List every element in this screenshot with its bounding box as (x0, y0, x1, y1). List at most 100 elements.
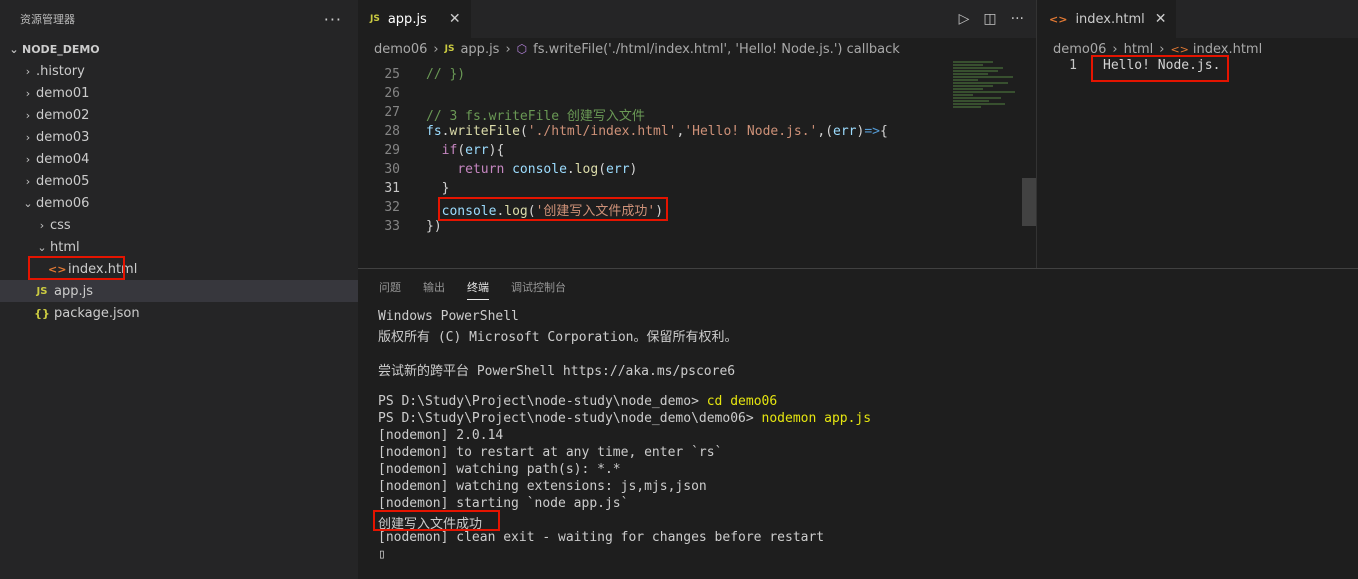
code-line: 33}) (358, 219, 1036, 238)
tab-debug-console[interactable]: 调试控制台 (511, 279, 566, 295)
terminal-line: [nodemon] watching path(s): *.* (378, 462, 621, 477)
line-source: // 3 fs.writeFile 创建写入文件 (426, 109, 645, 124)
tab-label: app.js (387, 11, 427, 27)
tree-item-label: css (50, 217, 71, 233)
prompt: PS D:\Study\Project\node-study\node_demo… (378, 411, 762, 426)
tree-item-demo03[interactable]: › demo03 (0, 126, 358, 148)
minimap[interactable] (953, 60, 1023, 268)
tree-item-demo02[interactable]: › demo02 (0, 104, 358, 126)
tab-index-html[interactable]: <> index.html ✕ (1037, 0, 1177, 38)
line-number: 29 (384, 143, 400, 158)
explorer-sidebar: 资源管理器 ··· ⌄ NODE_DEMO › .history › demo01 › d… (0, 0, 358, 579)
tree-item-package-json[interactable]: {} package.json (0, 302, 358, 324)
run-icon[interactable]: ▷ (959, 11, 970, 27)
chevron-down-icon: ⌄ (23, 196, 33, 210)
breadcrumb-folder[interactable]: demo06 (374, 42, 427, 57)
code-token: ){ (488, 143, 505, 158)
terminal-line: [nodemon] to restart at any time, enter … (378, 445, 723, 460)
tree-item-demo06[interactable]: ⌄ demo06 (0, 192, 358, 214)
html-file-icon: <> (1170, 42, 1189, 56)
tab-app-js[interactable]: JS app.js ✕ (358, 0, 471, 38)
close-icon[interactable]: ✕ (1155, 11, 1167, 27)
tree-item-css[interactable]: › css (0, 214, 358, 236)
tree-item-html[interactable]: ⌄ html (0, 236, 358, 258)
tree-item-label: demo05 (36, 173, 90, 189)
code-line: 26 (358, 86, 1036, 105)
line-source: }) (426, 219, 442, 234)
terminal-line: [nodemon] starting `node app.js` (378, 496, 629, 511)
breadcrumb-symbol[interactable]: fs.writeFile('./html/index.html', 'Hello… (533, 42, 900, 57)
function-symbol-icon: ⬡ (516, 42, 528, 56)
workspace-root[interactable]: ⌄ NODE_DEMO (0, 38, 358, 60)
tree-item-demo04[interactable]: › demo04 (0, 148, 358, 170)
line-number: 30 (384, 162, 400, 177)
code-token: ( (519, 124, 528, 139)
breadcrumb: demo06 › JS app.js › ⬡ fs.writeFile('./h… (358, 38, 1036, 60)
js-file-icon: JS (36, 285, 48, 297)
code-token: err (833, 124, 857, 139)
terminal-line: [nodemon] 2.0.14 (378, 428, 504, 443)
line-number: 32 (384, 200, 400, 215)
tree-item-label: app.js (54, 283, 93, 299)
tree-item-demo01[interactable]: › demo01 (0, 82, 358, 104)
tree-item-label: package.json (54, 305, 140, 321)
bottom-panel: 问题 输出 终端 调试控制台 Windows PowerShell 版权所有 (… (358, 268, 1358, 579)
chevron-right-icon: › (25, 86, 31, 100)
more-actions-icon[interactable]: ··· (324, 10, 342, 29)
chevron-right-icon: › (25, 174, 31, 188)
code-token: { (880, 124, 888, 139)
chevron-right-icon: › (505, 41, 511, 57)
code-token: ) (629, 162, 638, 177)
tree-item-label: demo01 (36, 85, 90, 101)
tree-item-label: demo03 (36, 129, 90, 145)
tree-item--history[interactable]: › .history (0, 60, 358, 82)
line-source: return console.log(err) (400, 162, 637, 181)
explorer-header: 资源管理器 ··· (0, 0, 358, 38)
tree-item-label: demo06 (36, 195, 90, 211)
tree-item-label: demo04 (36, 151, 90, 167)
tree-item-demo05[interactable]: › demo05 (0, 170, 358, 192)
terminal[interactable]: Windows PowerShell 版权所有 (C) Microsoft Co… (358, 305, 1358, 564)
code-token: ,( (817, 124, 834, 139)
line-source: if(err){ (400, 143, 505, 162)
terminal-line: [nodemon] watching extensions: js,mjs,js… (378, 479, 707, 494)
tree-item-label: .history (36, 63, 85, 79)
code-token: return (457, 162, 505, 177)
prompt: PS D:\Study\Project\node-study\node_demo… (378, 394, 707, 409)
chevron-right-icon: › (25, 108, 31, 122)
tab-terminal[interactable]: 终端 (467, 279, 489, 300)
scrollbar-thumb[interactable] (1022, 178, 1036, 226)
code-token: => (864, 124, 880, 139)
code-area[interactable]: 25// }) 26 27// 3 fs.writeFile 创建写入文件 28 fs.… (358, 60, 1036, 268)
code-token: if (441, 143, 458, 158)
chevron-right-icon: › (25, 130, 31, 144)
code-line-partial (358, 60, 1036, 67)
breadcrumb-file[interactable]: app.js (460, 42, 499, 57)
tree-item-app-js[interactable]: JS app.js (0, 280, 358, 302)
line-number: 27 (384, 105, 400, 120)
line-source: // }) (426, 67, 466, 82)
code-line: 28 fs.writeFile('./html/index.html','Hell… (358, 124, 1036, 143)
chevron-right-icon: › (39, 218, 45, 232)
line-number: 33 (384, 219, 400, 234)
more-actions-icon[interactable]: ··· (1011, 11, 1024, 27)
close-icon[interactable]: ✕ (449, 11, 461, 27)
chevron-right-icon: › (25, 64, 31, 78)
html-file-icon: <> (1049, 12, 1068, 26)
code-token: log (574, 162, 599, 177)
panel-tabs: 问题 输出 终端 调试控制台 (358, 269, 1358, 305)
code-token: err (465, 143, 489, 158)
line-number: 31 (384, 181, 400, 196)
tab-output[interactable]: 输出 (423, 279, 445, 295)
command: cd demo06 (706, 394, 778, 409)
tree-item-label: demo02 (36, 107, 90, 123)
explorer-title: 资源管理器 (20, 13, 75, 26)
chevron-down-icon: ⌄ (9, 42, 19, 56)
tab-problems[interactable]: 问题 (379, 279, 401, 295)
code-line: 27 // 3 fs.writeFile 创建写入文件 (358, 105, 1036, 124)
code-token: writeFile (449, 124, 520, 139)
split-editor-icon[interactable]: ◫ (983, 11, 996, 27)
